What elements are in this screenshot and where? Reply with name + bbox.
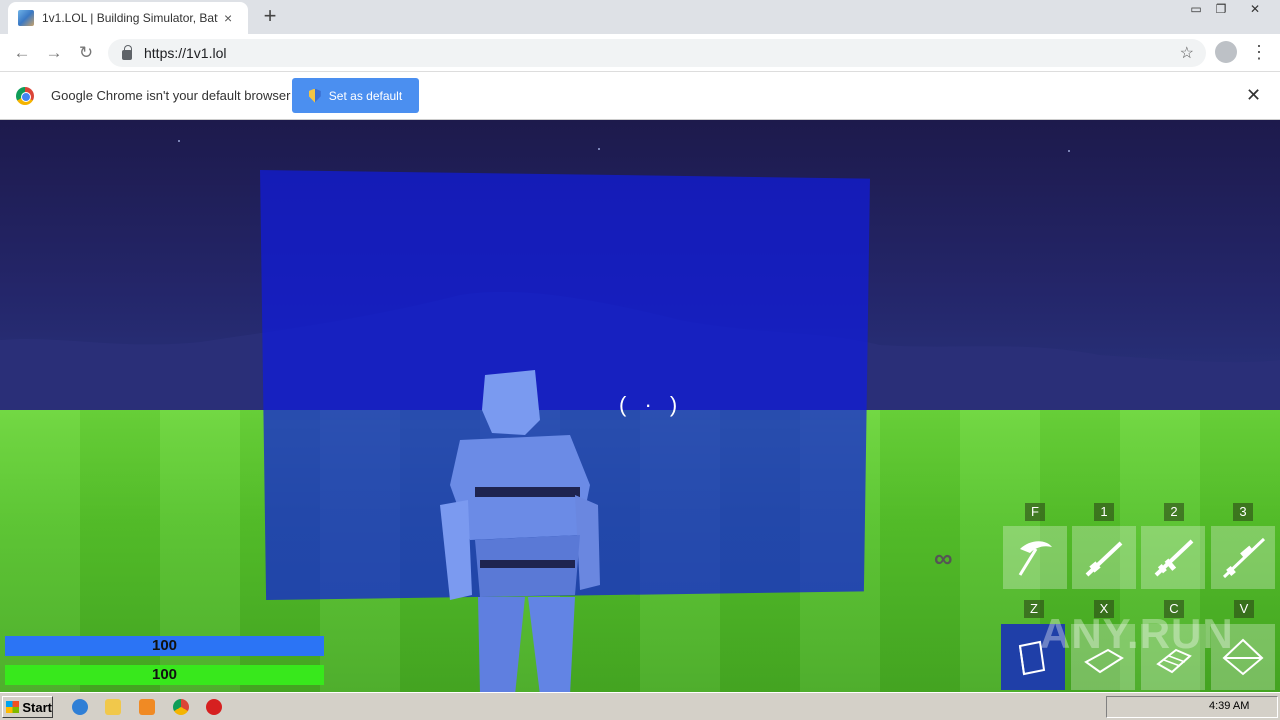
system-tray	[1106, 696, 1278, 718]
assault-rifle-icon	[1154, 539, 1194, 576]
tab-close-icon[interactable]: ×	[224, 10, 232, 26]
lock-icon[interactable]	[122, 45, 132, 60]
address-bar[interactable]: https://1v1.lol ☆	[108, 39, 1206, 67]
new-tab-button[interactable]: +	[258, 5, 282, 29]
windows-logo-icon	[6, 701, 20, 713]
infobar-message: Google Chrome isn't your default browser	[51, 88, 291, 103]
pickaxe-slot[interactable]	[1003, 526, 1067, 589]
star-icon	[1068, 150, 1070, 152]
browser-menu-icon[interactable]: ⋮	[1250, 41, 1268, 63]
chrome-taskbar-icon[interactable]	[173, 699, 189, 715]
health-bar: 100	[5, 665, 324, 685]
shotgun-slot[interactable]	[1072, 526, 1136, 589]
slot-key-label: F	[1025, 503, 1045, 521]
start-label: Start	[22, 699, 52, 715]
sniper-rifle-icon	[1222, 537, 1266, 578]
back-button[interactable]: ←	[10, 41, 34, 65]
media-player-icon[interactable]	[139, 699, 155, 715]
sniper-rifle-slot[interactable]	[1211, 526, 1275, 589]
url-text[interactable]: https://1v1.lol	[144, 45, 227, 61]
default-browser-infobar: Google Chrome isn't your default browser…	[0, 72, 1280, 120]
slot-key-label: 3	[1233, 503, 1253, 521]
windows-taskbar: Start 4:39 AM	[0, 692, 1280, 720]
infobar-close-icon[interactable]: ✕	[1246, 85, 1261, 106]
file-explorer-icon[interactable]	[105, 699, 121, 715]
player-character	[440, 370, 600, 692]
pickaxe-icon	[1018, 540, 1052, 576]
tab-title: 1v1.LOL | Building Simulator, Battle Roy…	[42, 11, 218, 25]
close-window-button[interactable]: ✕	[1238, 0, 1272, 20]
reload-button[interactable]: ↻	[74, 41, 98, 65]
taskbar-clock[interactable]: 4:39 AM	[1209, 700, 1249, 712]
browser-tab[interactable]: 1v1.LOL | Building Simulator, Battle Roy…	[8, 2, 248, 34]
shotgun-icon	[1085, 541, 1123, 576]
infinite-ammo-icon: ∞	[934, 543, 953, 573]
uac-shield-icon	[308, 88, 321, 103]
slot-key-label: V	[1234, 600, 1254, 618]
set-as-default-label: Set as default	[328, 88, 403, 103]
star-icon	[178, 140, 180, 142]
crosshair: ( · )	[619, 392, 684, 417]
slot-key-label: 1	[1094, 503, 1114, 521]
internet-explorer-icon[interactable]	[72, 699, 88, 715]
shield-bar: 100	[5, 636, 324, 656]
assault-rifle-slot[interactable]	[1141, 526, 1205, 589]
bookmark-star-icon[interactable]: ☆	[1180, 43, 1194, 63]
start-button[interactable]: Start	[2, 696, 53, 718]
game-canvas[interactable]: ( · ) 100 100 ∞ F 1 2 3 Z X C V ANY.RUN	[0, 120, 1280, 692]
restore-window-button[interactable]: ❐	[1208, 0, 1234, 20]
browser-tab-strip: 1v1.LOL | Building Simulator, Battle Roy…	[0, 0, 1280, 34]
anyrun-watermark: ANY.RUN	[1040, 610, 1234, 657]
antivirus-icon[interactable]	[206, 699, 222, 715]
slot-key-label: 2	[1164, 503, 1184, 521]
minimize-window-button[interactable]: ▭	[1183, 0, 1209, 20]
star-icon	[598, 148, 600, 150]
site-favicon-icon	[18, 10, 34, 26]
forward-button[interactable]: →	[42, 41, 66, 65]
chrome-logo-icon	[16, 87, 34, 105]
browser-toolbar: ← → ↻ https://1v1.lol ☆	[0, 34, 1280, 72]
profile-avatar-icon[interactable]	[1215, 41, 1237, 63]
set-as-default-button[interactable]: Set as default	[292, 78, 419, 113]
